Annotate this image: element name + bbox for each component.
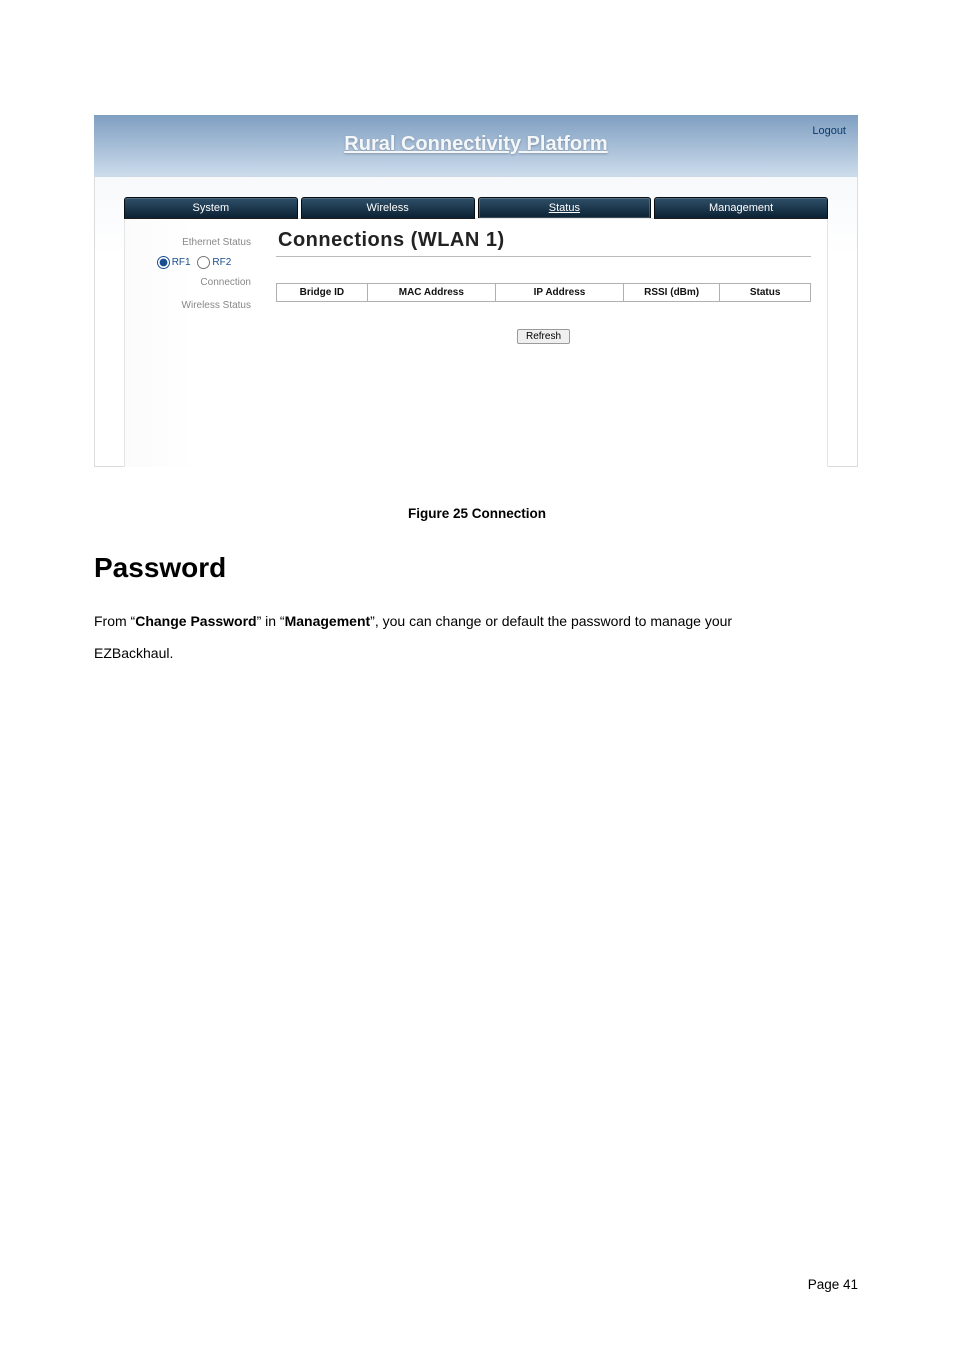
col-mac-address: MAC Address [367, 284, 495, 302]
app-header: Rural Connectivity Platform Logout [94, 115, 858, 177]
rf2-label: RF2 [212, 257, 231, 268]
rf1-radio[interactable] [157, 256, 170, 269]
status-sidebar: Ethernet Status RF1 RF2 Connection Wirel… [125, 219, 264, 467]
col-status: Status [720, 284, 811, 302]
para-text: From “ [94, 613, 135, 629]
tab-system[interactable]: System [124, 197, 298, 218]
tab-label: Wireless [367, 202, 409, 214]
main-pane: Connections (WLAN 1) Bridge ID MAC Addre… [264, 219, 827, 467]
rf2-radio[interactable] [197, 256, 210, 269]
title-divider [276, 256, 811, 257]
tab-wireless[interactable]: Wireless [301, 197, 475, 218]
para-text-line2: EZBackhaul. [94, 645, 173, 661]
section-heading-password: Password [94, 552, 226, 584]
connections-table: Bridge ID MAC Address IP Address RSSI (d… [276, 283, 811, 302]
para-bold-management: Management [285, 613, 371, 629]
col-rssi-dbm: RSSI (dBm) [624, 284, 720, 302]
brand-title: Rural Connectivity Platform [94, 133, 858, 156]
rf1-option[interactable]: RF1 [157, 257, 194, 268]
sidebar-item-ethernet-status[interactable]: Ethernet Status [125, 231, 263, 254]
logout-link[interactable]: Logout [812, 125, 846, 137]
tab-label: Status [549, 202, 580, 214]
para-text: ”, you can change or default the passwor… [370, 613, 732, 629]
tab-management[interactable]: Management [654, 197, 828, 218]
page-title: Connections (WLAN 1) [278, 229, 811, 252]
sidebar-item-wireless-status[interactable]: Wireless Status [125, 294, 263, 317]
tab-status[interactable]: Status [478, 197, 652, 218]
table-header-row: Bridge ID MAC Address IP Address RSSI (d… [277, 284, 811, 302]
col-bridge-id: Bridge ID [277, 284, 368, 302]
tab-label: System [193, 202, 230, 214]
rf-selector: RF1 RF2 [125, 254, 263, 271]
tab-label: Management [709, 202, 773, 214]
body-paragraph: From “Change Password” in “Management”, … [94, 605, 860, 669]
figure-caption: Figure 25 Connection [0, 506, 954, 521]
primary-tabbar: System Wireless Status Management [124, 197, 828, 218]
para-text: ” in “ [257, 613, 285, 629]
rf1-label: RF1 [172, 257, 191, 268]
refresh-wrap: Refresh [276, 326, 811, 344]
content-area: Ethernet Status RF1 RF2 Connection Wirel… [124, 218, 828, 467]
para-bold-change-password: Change Password [135, 613, 256, 629]
rf2-option[interactable]: RF2 [197, 257, 231, 268]
sidebar-item-connection[interactable]: Connection [125, 271, 263, 294]
col-ip-address: IP Address [495, 284, 623, 302]
page-footer: Page 41 [808, 1277, 858, 1292]
refresh-button[interactable]: Refresh [517, 329, 570, 344]
app-screenshot: Rural Connectivity Platform Logout Syste… [94, 115, 858, 467]
